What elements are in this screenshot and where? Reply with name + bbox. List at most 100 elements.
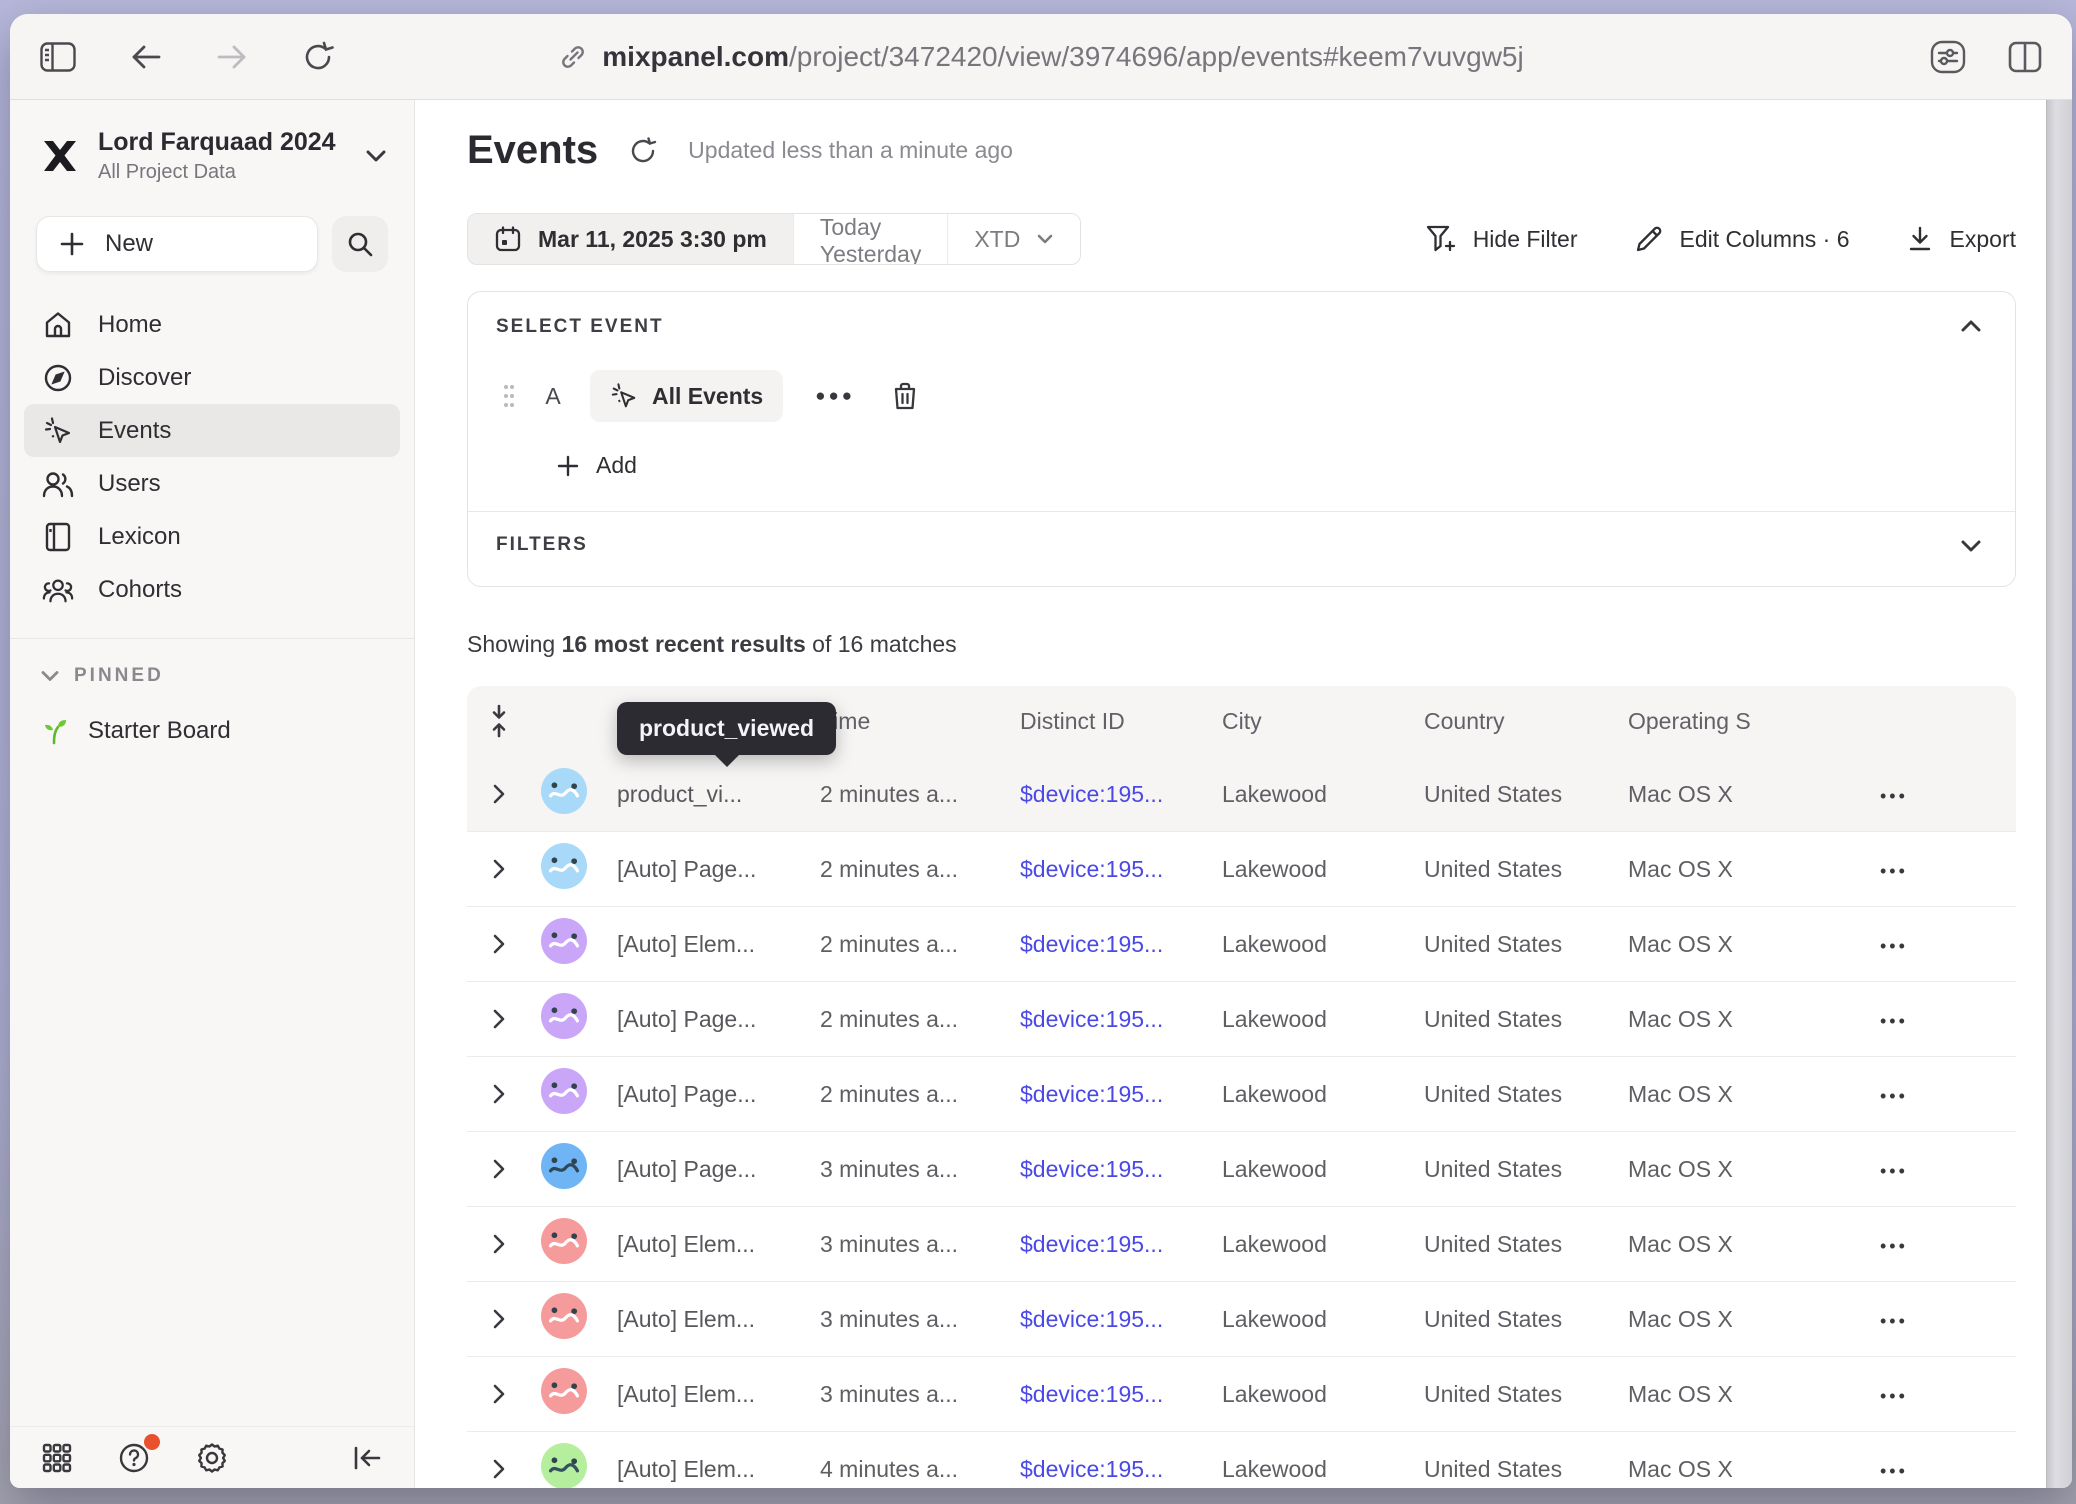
- distinct-id-link[interactable]: $device:195...: [1020, 856, 1222, 883]
- row-more-icon[interactable]: •••: [1880, 1461, 1908, 1481]
- split-view-icon[interactable]: [2004, 37, 2046, 77]
- url-bar[interactable]: mixpanel.com/project/3472420/view/397469…: [416, 41, 1666, 73]
- add-event-button[interactable]: Add: [556, 452, 637, 479]
- distinct-id-link[interactable]: $device:195...: [1020, 1306, 1222, 1333]
- search-icon: [346, 230, 374, 258]
- sidebar-toggle-icon[interactable]: [36, 38, 80, 76]
- row-more-icon[interactable]: •••: [1880, 1011, 1908, 1031]
- event-name[interactable]: product_vi...: [617, 781, 820, 808]
- header-country[interactable]: Country: [1424, 708, 1628, 735]
- browser-toolbar: mixpanel.com/project/3472420/view/397469…: [10, 14, 2072, 100]
- distinct-id-link[interactable]: $device:195...: [1020, 1081, 1222, 1108]
- expand-section-icon[interactable]: [1955, 534, 1987, 558]
- distinct-id-link[interactable]: $device:195...: [1020, 1381, 1222, 1408]
- header-city[interactable]: City: [1222, 708, 1424, 735]
- event-name[interactable]: [Auto] Page...: [617, 856, 820, 883]
- sidebar-item-starter-board[interactable]: Starter Board: [10, 693, 414, 769]
- table-row[interactable]: [Auto] Elem... 3 minutes a... $device:19…: [467, 1356, 2016, 1431]
- expand-row-icon[interactable]: [467, 1457, 541, 1481]
- distinct-id-link[interactable]: $device:195...: [1020, 1231, 1222, 1258]
- drag-handle-icon[interactable]: [502, 383, 516, 409]
- header-time[interactable]: Time: [820, 708, 1020, 735]
- table-row[interactable]: product_vi... 2 minutes a... $device:195…: [467, 756, 2016, 831]
- reload-icon[interactable]: [298, 37, 338, 77]
- table-row[interactable]: [Auto] Elem... 4 minutes a... $device:19…: [467, 1431, 2016, 1488]
- country-value: United States: [1424, 1081, 1628, 1108]
- apps-grid-icon[interactable]: [38, 1439, 76, 1477]
- row-more-icon[interactable]: •••: [1880, 1086, 1908, 1106]
- expand-row-icon[interactable]: [467, 782, 541, 806]
- row-more-icon[interactable]: •••: [1880, 1236, 1908, 1256]
- row-more-icon[interactable]: •••: [1880, 786, 1908, 806]
- vertical-scrollbar[interactable]: [2046, 100, 2072, 1488]
- date-range-custom[interactable]: XTD: [947, 214, 1080, 264]
- expand-row-icon[interactable]: [467, 1157, 541, 1181]
- row-more-icon[interactable]: •••: [1880, 1311, 1908, 1331]
- date-range-option[interactable]: Yesterday: [793, 241, 947, 265]
- event-avatar: [541, 1218, 587, 1264]
- event-name[interactable]: [Auto] Elem...: [617, 1381, 820, 1408]
- date-range-selected[interactable]: Mar 11, 2025 3:30 pm: [468, 214, 793, 264]
- expand-row-icon[interactable]: [467, 1382, 541, 1406]
- event-name[interactable]: [Auto] Elem...: [617, 1456, 820, 1483]
- event-selector-chip[interactable]: All Events: [590, 370, 783, 422]
- table-row[interactable]: [Auto] Page... 2 minutes a... $device:19…: [467, 1056, 2016, 1131]
- event-name[interactable]: [Auto] Elem...: [617, 931, 820, 958]
- page-settings-icon[interactable]: [1926, 36, 1970, 78]
- project-switcher[interactable]: Lord Farquaad 2024 All Project Data: [10, 118, 414, 194]
- distinct-id-link[interactable]: $device:195...: [1020, 931, 1222, 958]
- table-row[interactable]: [Auto] Elem... 3 minutes a... $device:19…: [467, 1206, 2016, 1281]
- event-name[interactable]: [Auto] Page...: [617, 1156, 820, 1183]
- edit-columns-button[interactable]: Edit Columns · 6: [1634, 224, 1850, 254]
- table-row[interactable]: [Auto] Page... 2 minutes a... $device:19…: [467, 831, 2016, 906]
- trash-icon[interactable]: [887, 377, 923, 415]
- collapse-rows-icon[interactable]: [467, 704, 541, 738]
- distinct-id-link[interactable]: $device:195...: [1020, 781, 1222, 808]
- expand-row-icon[interactable]: [467, 857, 541, 881]
- collapse-sidebar-icon[interactable]: [348, 1441, 386, 1475]
- event-name[interactable]: [Auto] Page...: [617, 1081, 820, 1108]
- search-button[interactable]: [332, 216, 388, 272]
- event-more-icon[interactable]: ●●●: [807, 378, 863, 414]
- event-name[interactable]: [Auto] Page...: [617, 1006, 820, 1033]
- hide-filter-button[interactable]: Hide Filter: [1425, 224, 1578, 254]
- header-distinct-id[interactable]: Distinct ID: [1020, 708, 1222, 735]
- event-avatar: [541, 1368, 587, 1414]
- event-name[interactable]: [Auto] Elem...: [617, 1306, 820, 1333]
- sidebar-item-events[interactable]: Events: [24, 404, 400, 457]
- header-operating-system[interactable]: Operating S: [1628, 708, 1852, 735]
- expand-row-icon[interactable]: [467, 1007, 541, 1031]
- country-value: United States: [1424, 1456, 1628, 1483]
- settings-gear-icon[interactable]: [192, 1438, 232, 1478]
- sidebar-item-users[interactable]: Users: [24, 457, 400, 510]
- distinct-id-link[interactable]: $device:195...: [1020, 1006, 1222, 1033]
- pinned-section-header[interactable]: PINNED: [10, 639, 414, 693]
- collapse-section-icon[interactable]: [1955, 314, 1987, 338]
- table-row[interactable]: [Auto] Elem... 2 minutes a... $device:19…: [467, 906, 2016, 981]
- sidebar-item-lexicon[interactable]: Lexicon: [24, 510, 400, 563]
- row-more-icon[interactable]: •••: [1880, 1161, 1908, 1181]
- date-range-option[interactable]: Today: [793, 214, 907, 241]
- sidebar-item-discover[interactable]: Discover: [24, 351, 400, 404]
- expand-row-icon[interactable]: [467, 932, 541, 956]
- row-more-icon[interactable]: •••: [1880, 936, 1908, 956]
- expand-row-icon[interactable]: [467, 1082, 541, 1106]
- city-value: Lakewood: [1222, 1456, 1424, 1483]
- refresh-icon[interactable]: [624, 132, 662, 170]
- row-more-icon[interactable]: •••: [1880, 1386, 1908, 1406]
- back-icon[interactable]: [126, 39, 166, 75]
- chevron-down-icon: [40, 669, 60, 683]
- sidebar-item-home[interactable]: Home: [24, 298, 400, 351]
- distinct-id-link[interactable]: $device:195...: [1020, 1156, 1222, 1183]
- expand-row-icon[interactable]: [467, 1232, 541, 1256]
- distinct-id-link[interactable]: $device:195...: [1020, 1456, 1222, 1483]
- sidebar-item-cohorts[interactable]: Cohorts: [24, 563, 400, 616]
- row-more-icon[interactable]: •••: [1880, 861, 1908, 881]
- export-button[interactable]: Export: [1906, 225, 2016, 253]
- expand-row-icon[interactable]: [467, 1307, 541, 1331]
- table-row[interactable]: [Auto] Page... 3 minutes a... $device:19…: [467, 1131, 2016, 1206]
- event-name[interactable]: [Auto] Elem...: [617, 1231, 820, 1258]
- table-row[interactable]: [Auto] Elem... 3 minutes a... $device:19…: [467, 1281, 2016, 1356]
- table-row[interactable]: [Auto] Page... 2 minutes a... $device:19…: [467, 981, 2016, 1056]
- new-button[interactable]: New: [36, 216, 318, 272]
